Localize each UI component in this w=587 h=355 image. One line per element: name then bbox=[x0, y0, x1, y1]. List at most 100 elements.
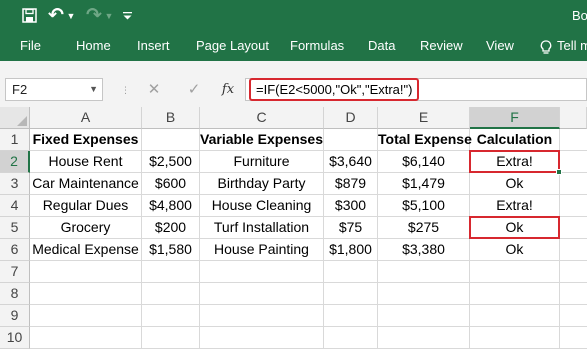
cell-a5[interactable]: Grocery bbox=[30, 217, 142, 239]
tab-formulas[interactable]: Formulas bbox=[290, 31, 344, 61]
cell-e3[interactable]: $1,479 bbox=[378, 173, 470, 195]
cell-g8[interactable] bbox=[560, 283, 587, 305]
column-header-b[interactable]: B bbox=[142, 107, 200, 129]
cell-e7[interactable] bbox=[378, 261, 470, 283]
cell-d3[interactable]: $879 bbox=[324, 173, 378, 195]
column-header-a[interactable]: A bbox=[30, 107, 142, 129]
cell-c4[interactable]: House Cleaning bbox=[200, 195, 324, 217]
cell-e5[interactable]: $275 bbox=[378, 217, 470, 239]
cell-g4[interactable] bbox=[560, 195, 587, 217]
cell-f7[interactable] bbox=[470, 261, 560, 283]
row-header-2[interactable]: 2 bbox=[0, 151, 30, 173]
header-cell-a[interactable]: Fixed Expenses bbox=[30, 129, 142, 151]
cell-e9[interactable] bbox=[378, 305, 470, 327]
redo-dropdown-icon[interactable]: ▼ bbox=[104, 0, 114, 31]
fill-handle[interactable] bbox=[556, 169, 562, 175]
chevron-down-icon[interactable]: ▼ bbox=[89, 79, 98, 100]
undo-icon[interactable]: ↶ bbox=[46, 0, 66, 31]
cell-a3[interactable]: Car Maintenance bbox=[30, 173, 142, 195]
cell-f2[interactable]: Extra! bbox=[470, 151, 560, 173]
tell-me-search[interactable]: Tell m bbox=[557, 31, 587, 61]
insert-function-icon[interactable]: fx bbox=[216, 78, 240, 101]
cell-b7[interactable] bbox=[142, 261, 200, 283]
cell-b3[interactable]: $600 bbox=[142, 173, 200, 195]
cell-d8[interactable] bbox=[324, 283, 378, 305]
tab-file[interactable]: File bbox=[20, 31, 41, 61]
save-icon[interactable] bbox=[16, 0, 42, 31]
cell-f10[interactable] bbox=[470, 327, 560, 349]
row-header-1[interactable]: 1 bbox=[0, 129, 30, 151]
cell-a2[interactable]: House Rent bbox=[30, 151, 142, 173]
redo-icon[interactable]: ↷ bbox=[84, 0, 104, 31]
cell-a7[interactable] bbox=[30, 261, 142, 283]
cancel-icon[interactable]: ✕ bbox=[140, 78, 168, 101]
cell-d9[interactable] bbox=[324, 305, 378, 327]
cell-a9[interactable] bbox=[30, 305, 142, 327]
cell-e10[interactable] bbox=[378, 327, 470, 349]
cell-f5[interactable]: Ok bbox=[470, 217, 560, 239]
cell-b4[interactable]: $4,800 bbox=[142, 195, 200, 217]
column-header-d[interactable]: D bbox=[324, 107, 378, 129]
cell-g2[interactable] bbox=[560, 151, 587, 173]
cell-a4[interactable]: Regular Dues bbox=[30, 195, 142, 217]
cell-b2[interactable]: $2,500 bbox=[142, 151, 200, 173]
cell-f9[interactable] bbox=[470, 305, 560, 327]
cell-c8[interactable] bbox=[200, 283, 324, 305]
cell-d7[interactable] bbox=[324, 261, 378, 283]
cell-g1[interactable] bbox=[560, 129, 587, 151]
customize-quick-access-icon[interactable] bbox=[120, 0, 134, 31]
cell-f8[interactable] bbox=[470, 283, 560, 305]
cell-b8[interactable] bbox=[142, 283, 200, 305]
cell-c9[interactable] bbox=[200, 305, 324, 327]
cell-a10[interactable] bbox=[30, 327, 142, 349]
cell-e8[interactable] bbox=[378, 283, 470, 305]
column-header-c[interactable]: C bbox=[200, 107, 324, 129]
cell-d10[interactable] bbox=[324, 327, 378, 349]
tab-view[interactable]: View bbox=[486, 31, 514, 61]
row-header-7[interactable]: 7 bbox=[0, 261, 30, 283]
column-header-e[interactable]: E bbox=[378, 107, 470, 129]
cell-g3[interactable] bbox=[560, 173, 587, 195]
cell-e4[interactable]: $5,100 bbox=[378, 195, 470, 217]
row-header-4[interactable]: 4 bbox=[0, 195, 30, 217]
header-cell-e[interactable]: Total Expense bbox=[378, 129, 472, 151]
cell-d6[interactable]: $1,800 bbox=[324, 239, 378, 261]
row-header-8[interactable]: 8 bbox=[0, 283, 30, 305]
cell-c3[interactable]: Birthday Party bbox=[200, 173, 324, 195]
undo-dropdown-icon[interactable]: ▼ bbox=[66, 0, 76, 31]
row-header-5[interactable]: 5 bbox=[0, 217, 30, 239]
lightbulb-icon[interactable] bbox=[540, 31, 552, 61]
name-box[interactable]: F2 ▼ bbox=[5, 78, 103, 101]
cell-g9[interactable] bbox=[560, 305, 587, 327]
cell-g6[interactable] bbox=[560, 239, 587, 261]
tab-review[interactable]: Review bbox=[420, 31, 463, 61]
cell-b5[interactable]: $200 bbox=[142, 217, 200, 239]
row-header-3[interactable]: 3 bbox=[0, 173, 30, 195]
tab-data[interactable]: Data bbox=[368, 31, 395, 61]
column-header-f[interactable]: F bbox=[470, 107, 560, 129]
header-cell-b[interactable] bbox=[142, 129, 200, 151]
cell-e2[interactable]: $6,140 bbox=[378, 151, 470, 173]
cell-a6[interactable]: Medical Expense bbox=[30, 239, 142, 261]
cell-d4[interactable]: $300 bbox=[324, 195, 378, 217]
cell-d2[interactable]: $3,640 bbox=[324, 151, 378, 173]
formula-input[interactable]: =IF(E2<5000,"Ok","Extra!") bbox=[245, 78, 587, 101]
tab-page-layout[interactable]: Page Layout bbox=[196, 31, 269, 61]
row-header-9[interactable]: 9 bbox=[0, 305, 30, 327]
cell-c7[interactable] bbox=[200, 261, 324, 283]
row-header-6[interactable]: 6 bbox=[0, 239, 30, 261]
cell-c5[interactable]: Turf Installation bbox=[200, 217, 324, 239]
header-cell-f[interactable]: Calculation bbox=[470, 129, 560, 151]
cell-g5[interactable] bbox=[560, 217, 587, 239]
cell-f4[interactable]: Extra! bbox=[470, 195, 560, 217]
worksheet-grid[interactable]: A B C D E F 1 2 3 4 5 6 7 8 9 10 Fixed Expenses Variable … bbox=[0, 107, 587, 355]
cell-a8[interactable] bbox=[30, 283, 142, 305]
row-header-10[interactable]: 10 bbox=[0, 327, 30, 349]
cell-c10[interactable] bbox=[200, 327, 324, 349]
select-all-button[interactable] bbox=[0, 107, 30, 129]
cell-d5[interactable]: $75 bbox=[324, 217, 378, 239]
cell-f6[interactable]: Ok bbox=[470, 239, 560, 261]
cell-e6[interactable]: $3,380 bbox=[378, 239, 470, 261]
header-cell-c[interactable]: Variable Expenses bbox=[200, 129, 324, 151]
cell-c2[interactable]: Furniture bbox=[200, 151, 324, 173]
